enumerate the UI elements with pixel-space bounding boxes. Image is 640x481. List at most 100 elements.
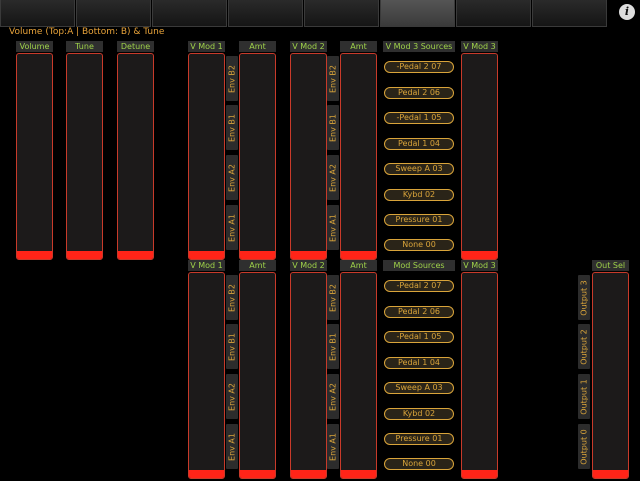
tab-6-active[interactable] — [380, 0, 455, 27]
bottom-vmod1-header: V Mod 1 — [188, 260, 225, 271]
top-amt2-fill — [341, 251, 376, 259]
bottom-source-button[interactable]: None 00 — [384, 458, 454, 470]
top-source-button[interactable]: Sweep A 03 — [384, 163, 454, 175]
top-sources-header: V Mod 3 Sources — [383, 41, 455, 52]
volume-slider-fill — [17, 251, 52, 259]
bottom-source-button[interactable]: Pedal 1 04 — [384, 357, 454, 369]
bottom-sources-header: Mod Sources — [383, 260, 455, 271]
env-label: Env A1 — [328, 432, 338, 461]
env-label: Env B2 — [328, 64, 338, 93]
top-vmod1-fill — [189, 251, 224, 259]
volume-slider[interactable] — [16, 53, 53, 260]
bottom-source-button[interactable]: Sweep A 03 — [384, 382, 454, 394]
detune-slider[interactable] — [117, 53, 154, 260]
top-env-a1-button-1[interactable]: Env A1 — [226, 205, 238, 250]
output-2-button[interactable]: Output 2 — [578, 324, 590, 369]
top-amt2-slider[interactable] — [340, 53, 377, 260]
top-vmod3-fill — [462, 251, 497, 259]
bottom-vmod3-slider[interactable] — [461, 272, 498, 479]
top-source-button[interactable]: Kybd 02 — [384, 189, 454, 201]
env-label: Env B1 — [328, 113, 338, 142]
bottom-vmod1-slider[interactable] — [188, 272, 225, 479]
bottom-source-button[interactable]: Pressure 01 — [384, 433, 454, 445]
volume-header: Volume — [16, 41, 53, 52]
top-env-a2-button-2[interactable]: Env A2 — [327, 155, 339, 200]
detune-slider-fill — [118, 251, 153, 259]
bottom-amt2-slider[interactable] — [340, 272, 377, 479]
env-label: Env A2 — [328, 163, 338, 192]
bottom-source-button[interactable]: Pedal 2 06 — [384, 306, 454, 318]
top-amt2-header: Amt — [340, 41, 377, 52]
tab-3[interactable] — [152, 0, 227, 27]
detune-header: Detune — [117, 41, 154, 52]
output-1-button[interactable]: Output 1 — [578, 374, 590, 419]
top-source-button[interactable]: -Pedal 1 05 — [384, 112, 454, 124]
bottom-env-b1-button-1[interactable]: Env B1 — [226, 324, 238, 369]
tab-4[interactable] — [228, 0, 303, 27]
top-env-a1-button-2[interactable]: Env A1 — [327, 205, 339, 250]
out-sel-fill — [593, 470, 628, 478]
output-3-button[interactable]: Output 3 — [578, 275, 590, 320]
env-label: Env B2 — [227, 64, 237, 93]
tab-5[interactable] — [304, 0, 379, 27]
tune-header: Tune — [66, 41, 103, 52]
env-label: Env B1 — [227, 113, 237, 142]
env-label: Env A2 — [227, 382, 237, 411]
output-0-button[interactable]: Output 0 — [578, 424, 590, 469]
bottom-env-b1-button-2[interactable]: Env B1 — [327, 324, 339, 369]
top-source-button[interactable]: Pressure 01 — [384, 214, 454, 226]
top-vmod1-slider[interactable] — [188, 53, 225, 260]
bottom-amt1-header: Amt — [239, 260, 276, 271]
env-label: Env B2 — [328, 283, 338, 312]
bottom-env-a2-button-2[interactable]: Env A2 — [327, 374, 339, 419]
tab-1[interactable] — [0, 0, 75, 27]
top-env-b1-button-2[interactable]: Env B1 — [327, 105, 339, 150]
top-vmod3-slider[interactable] — [461, 53, 498, 260]
top-env-a2-button-1[interactable]: Env A2 — [226, 155, 238, 200]
env-label: Env A1 — [227, 432, 237, 461]
tab-2[interactable] — [76, 0, 151, 27]
top-env-b2-button-2[interactable]: Env B2 — [327, 56, 339, 101]
output-label: Output 3 — [579, 279, 589, 316]
tab-8[interactable] — [532, 0, 607, 27]
bottom-source-button[interactable]: -Pedal 1 05 — [384, 331, 454, 343]
bottom-source-button[interactable]: -Pedal 2 07 — [384, 280, 454, 292]
bottom-env-b2-button-1[interactable]: Env B2 — [226, 275, 238, 320]
tab-7[interactable] — [456, 0, 531, 27]
info-icon[interactable]: i — [619, 4, 635, 20]
bottom-vmod3-fill — [462, 470, 497, 478]
env-label: Env B2 — [227, 283, 237, 312]
out-sel-slider[interactable] — [592, 272, 629, 479]
top-env-b2-button-1[interactable]: Env B2 — [226, 56, 238, 101]
env-label: Env A2 — [328, 382, 338, 411]
output-label: Output 2 — [579, 328, 589, 365]
top-vmod2-slider[interactable] — [290, 53, 327, 260]
bottom-env-b2-button-2[interactable]: Env B2 — [327, 275, 339, 320]
env-label: Env A2 — [227, 163, 237, 192]
top-source-button[interactable]: -Pedal 2 07 — [384, 61, 454, 73]
out-sel-header: Out Sel — [592, 260, 629, 271]
bottom-amt2-fill — [341, 470, 376, 478]
env-label: Env A1 — [227, 213, 237, 242]
top-amt1-fill — [240, 251, 275, 259]
bottom-env-a1-button-2[interactable]: Env A1 — [327, 424, 339, 469]
bottom-env-a2-button-1[interactable]: Env A2 — [226, 374, 238, 419]
bottom-env-a1-button-1[interactable]: Env A1 — [226, 424, 238, 469]
top-source-button[interactable]: None 00 — [384, 239, 454, 251]
bottom-amt1-slider[interactable] — [239, 272, 276, 479]
bottom-vmod1-fill — [189, 470, 224, 478]
tune-slider[interactable] — [66, 53, 103, 260]
top-vmod2-fill — [291, 251, 326, 259]
top-amt1-header: Amt — [239, 41, 276, 52]
top-amt1-slider[interactable] — [239, 53, 276, 260]
top-vmod1-header: V Mod 1 — [188, 41, 225, 52]
top-source-button[interactable]: Pedal 1 04 — [384, 138, 454, 150]
top-source-button[interactable]: Pedal 2 06 — [384, 87, 454, 99]
bottom-vmod2-slider[interactable] — [290, 272, 327, 479]
output-label: Output 1 — [579, 378, 589, 415]
output-label: Output 0 — [579, 428, 589, 465]
env-label: Env B1 — [227, 332, 237, 361]
bottom-source-button[interactable]: Kybd 02 — [384, 408, 454, 420]
top-env-b1-button-1[interactable]: Env B1 — [226, 105, 238, 150]
page-title: Volume (Top:A | Bottom: B) & Tune — [9, 27, 165, 37]
